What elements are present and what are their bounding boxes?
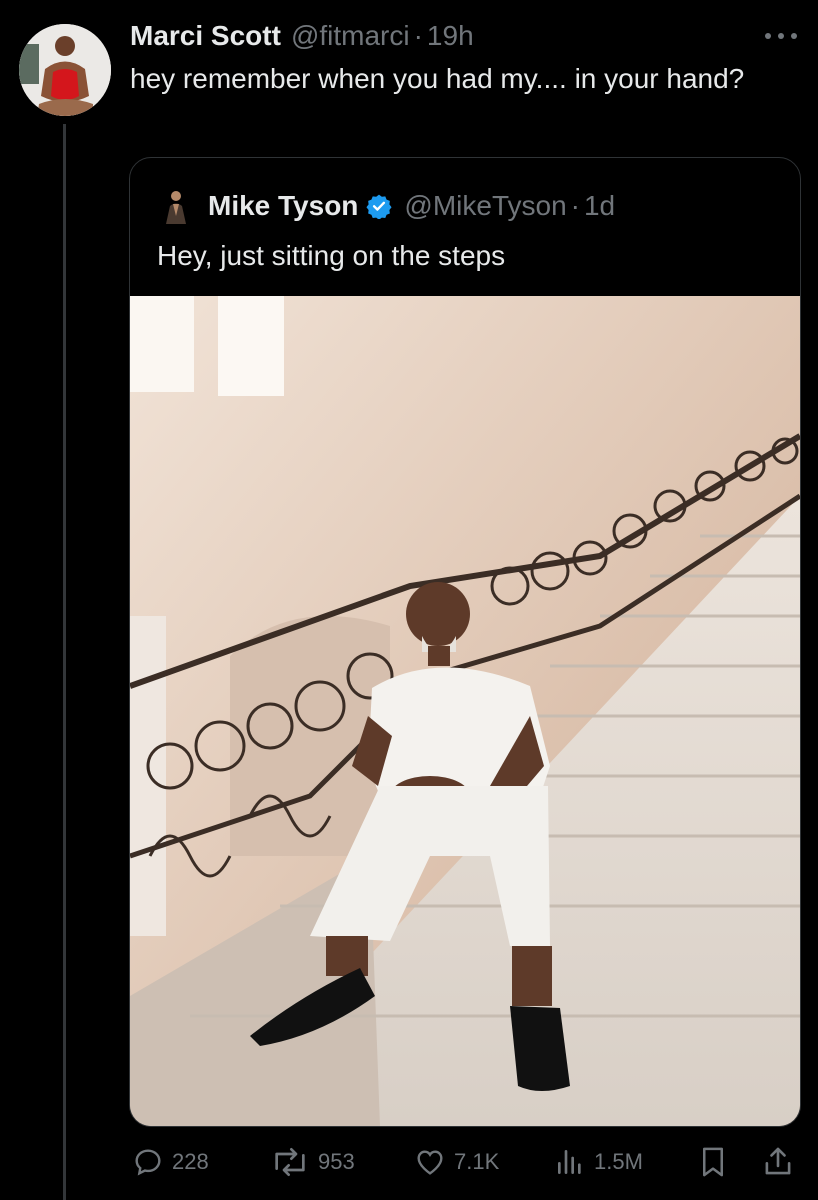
tweet-text: hey remember when you had my.... in your…	[130, 63, 745, 94]
more-icon[interactable]	[763, 30, 799, 42]
quoted-tweet-text: Hey, just sitting on the steps	[157, 240, 506, 271]
reply-button[interactable]: 228	[132, 1140, 209, 1184]
share-button[interactable]	[762, 1140, 802, 1184]
tweet-photo[interactable]	[130, 296, 800, 1126]
views-icon	[558, 1150, 581, 1174]
views-button[interactable]: 1.5M	[554, 1140, 643, 1184]
author-handle[interactable]: @fitmarci	[291, 20, 410, 52]
quoted-tweet-time[interactable]: 1d	[584, 190, 615, 222]
view-count: 1.5M	[594, 1149, 643, 1174]
tweet-time[interactable]: 19h	[427, 20, 474, 52]
reply-count: 228	[172, 1149, 209, 1174]
repost-count: 953	[318, 1149, 355, 1174]
quoted-tweet-card[interactable]: Mike Tyson @MikeTyson · 1d Hey, just sit…	[129, 157, 801, 1127]
quoted-author-name[interactable]: Mike Tyson	[208, 190, 358, 222]
tweet-action-bar: 228 953 7.1K 1.5M	[0, 1140, 818, 1184]
bookmark-icon	[703, 1147, 723, 1177]
quoted-tweet-header: Mike Tyson @MikeTyson · 1d	[160, 188, 615, 224]
heart-icon	[417, 1150, 443, 1175]
quoted-separator-dot: ·	[570, 190, 580, 221]
author-avatar-image	[19, 24, 111, 116]
verified-badge-icon	[366, 194, 392, 219]
tweet-header: Marci Scott @fitmarci · 19h	[130, 20, 474, 56]
like-count: 7.1K	[454, 1149, 500, 1174]
separator-dot: ·	[413, 20, 423, 51]
author-name[interactable]: Marci Scott	[130, 20, 281, 52]
author-avatar[interactable]	[19, 24, 111, 116]
repost-button[interactable]: 953	[270, 1140, 355, 1184]
quoted-author-handle[interactable]: @MikeTyson	[404, 190, 566, 222]
like-button[interactable]: 7.1K	[414, 1140, 499, 1184]
thread-line	[63, 124, 66, 1200]
share-icon	[765, 1147, 791, 1175]
bookmark-button[interactable]	[698, 1140, 736, 1184]
repost-icon	[275, 1148, 305, 1176]
reply-icon	[135, 1149, 161, 1176]
quoted-author-avatar[interactable]	[160, 188, 192, 224]
